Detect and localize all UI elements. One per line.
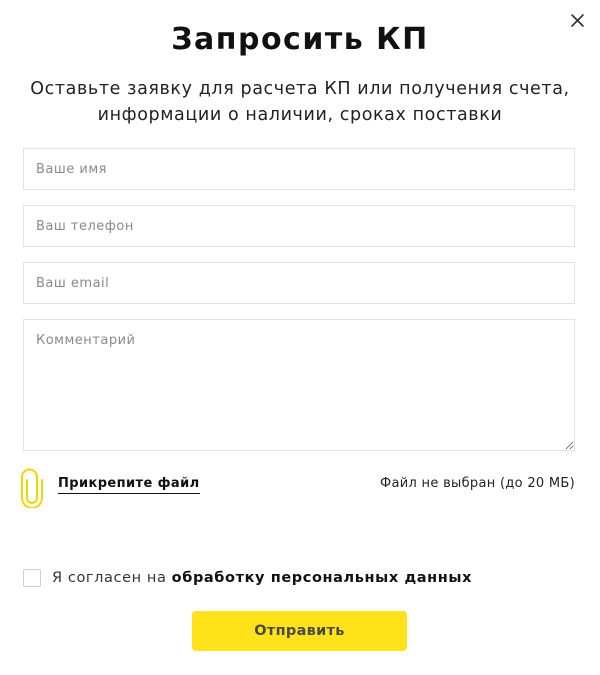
consent-label: Я согласен на обработку персональных дан…: [52, 570, 472, 586]
modal-title: Запросить КП: [171, 22, 429, 57]
consent-checkbox[interactable]: [23, 569, 41, 587]
consent-text: Я согласен на: [52, 570, 172, 586]
name-input[interactable]: [23, 148, 575, 190]
attach-file-link[interactable]: Прикрепите файл: [58, 476, 200, 494]
phone-input[interactable]: [23, 205, 575, 247]
email-input[interactable]: [23, 262, 575, 304]
personal-data-link[interactable]: обработку персональных данных: [172, 570, 472, 586]
paperclip-icon[interactable]: [21, 468, 43, 508]
comment-textarea[interactable]: [23, 319, 575, 451]
request-quote-modal: Запросить КП Оставьте заявку для расчета…: [0, 0, 600, 675]
file-status-text: Файл не выбран (до 20 МБ): [380, 476, 575, 491]
submit-button[interactable]: Отправить: [192, 611, 407, 651]
modal-subtitle: Оставьте заявку для расчета КП или получ…: [30, 79, 570, 125]
